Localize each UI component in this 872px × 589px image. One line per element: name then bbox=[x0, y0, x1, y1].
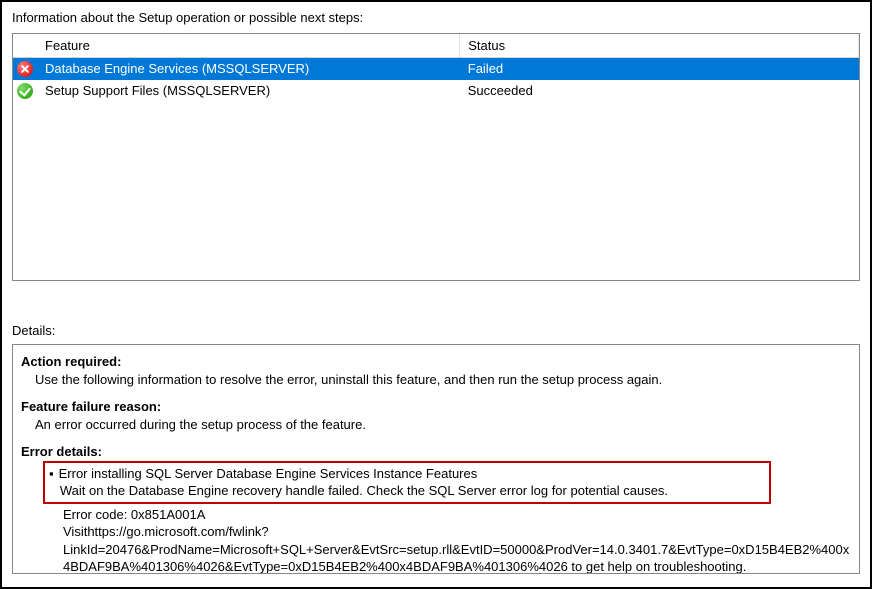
error-highlight-box: ▪ Error installing SQL Server Database E… bbox=[43, 461, 771, 504]
failure-reason-title: Feature failure reason: bbox=[21, 398, 851, 416]
error-details-title: Error details: bbox=[21, 443, 851, 461]
error-help-link: Visithttps://go.microsoft.com/fwlink?Lin… bbox=[35, 523, 851, 574]
error-line-1: Error installing SQL Server Database Eng… bbox=[59, 466, 478, 481]
error-icon bbox=[17, 61, 33, 77]
error-code: Error code: 0x851A001A bbox=[35, 506, 851, 524]
bullet-icon: ▪ bbox=[49, 465, 55, 483]
status-cell: Succeeded bbox=[460, 80, 859, 102]
action-required-title: Action required: bbox=[21, 353, 851, 371]
feature-status-table[interactable]: Feature Status Database Engine Services … bbox=[12, 33, 860, 281]
feature-cell: Database Engine Services (MSSQLSERVER) bbox=[37, 58, 460, 80]
status-cell: Failed bbox=[460, 58, 859, 80]
error-line-2: Wait on the Database Engine recovery han… bbox=[60, 483, 668, 498]
col-feature-header[interactable]: Feature bbox=[37, 34, 460, 58]
table-row[interactable]: Database Engine Services (MSSQLSERVER) F… bbox=[13, 58, 859, 80]
feature-cell: Setup Support Files (MSSQLSERVER) bbox=[37, 80, 460, 102]
details-panel[interactable]: Action required: Use the following infor… bbox=[12, 344, 860, 574]
col-icon-header[interactable] bbox=[13, 34, 37, 58]
details-label: Details: bbox=[12, 323, 860, 338]
success-icon bbox=[17, 83, 33, 99]
page-heading: Information about the Setup operation or… bbox=[12, 10, 860, 25]
table-row[interactable]: Setup Support Files (MSSQLSERVER) Succee… bbox=[13, 80, 859, 102]
col-status-header[interactable]: Status bbox=[460, 34, 859, 58]
action-required-body: Use the following information to resolve… bbox=[21, 371, 851, 389]
failure-reason-body: An error occurred during the setup proce… bbox=[21, 416, 851, 434]
